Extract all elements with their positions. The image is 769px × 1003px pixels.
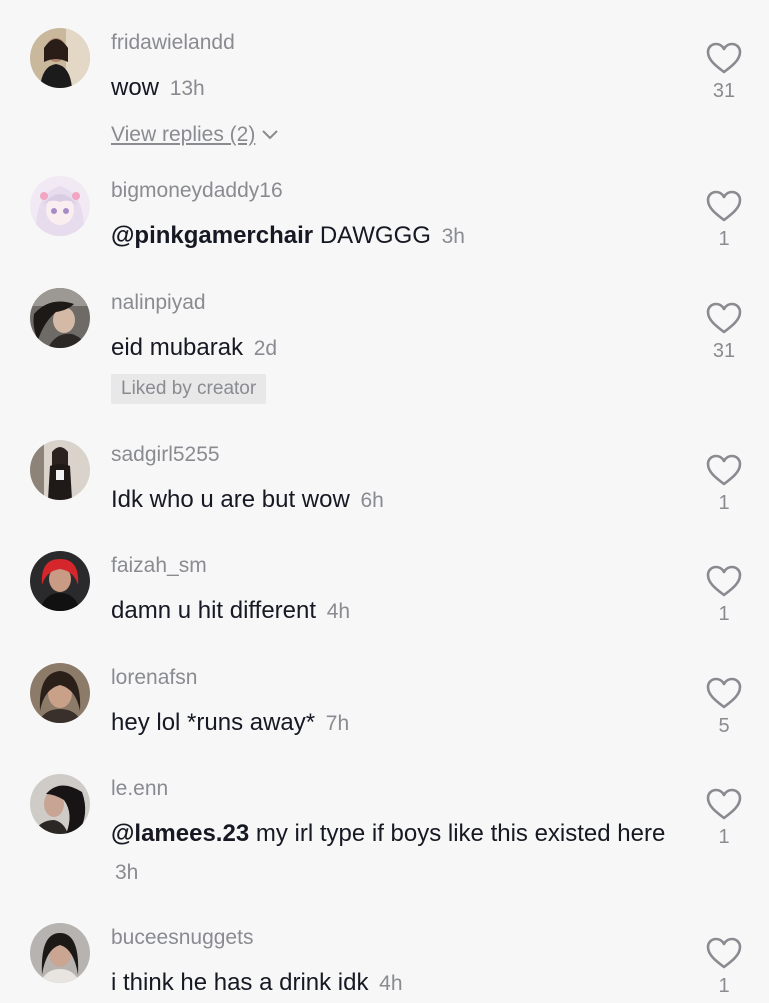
comment-time: 13h: [169, 77, 205, 100]
view-replies-label: View replies (2): [111, 123, 256, 146]
comment-text: Idk who u are but wow 6h: [111, 486, 384, 513]
comment-list: fridawielandd wow 13h 31 View replies (2…: [0, 0, 769, 1000]
comment-text: wow 13h: [111, 74, 205, 101]
like-count: 5: [718, 715, 730, 737]
like-count: 1: [718, 826, 730, 848]
heart-outline-icon[interactable]: [705, 41, 743, 75]
like-count: 1: [718, 492, 730, 514]
comment-username[interactable]: sadgirl5255: [111, 440, 220, 470]
comment-username[interactable]: faizah_sm: [111, 551, 207, 581]
heart-outline-icon[interactable]: [705, 676, 743, 710]
like-count: 31: [712, 340, 736, 362]
comment-text: @pinkgamerchair DAWGGG 3h: [111, 222, 465, 249]
avatar[interactable]: [30, 663, 90, 723]
avatar[interactable]: [30, 551, 90, 611]
comment-time: 3h: [115, 861, 139, 884]
comment-text: damn u hit different 4h: [111, 597, 351, 624]
avatar[interactable]: [30, 288, 90, 348]
avatar[interactable]: [30, 440, 90, 500]
mention-link[interactable]: @pinkgamerchair: [111, 222, 313, 249]
comment-username[interactable]: nalinpiyad: [111, 288, 206, 318]
like-count: 1: [718, 975, 730, 997]
view-replies-button[interactable]: View replies (2): [111, 123, 279, 147]
comment-username[interactable]: le.enn: [111, 774, 168, 804]
mention-link[interactable]: @lamees.23: [111, 820, 249, 847]
comment-time: 6h: [360, 489, 384, 512]
heart-outline-icon[interactable]: [705, 189, 743, 223]
comment-time: 2d: [253, 337, 278, 360]
avatar[interactable]: [30, 774, 90, 834]
heart-outline-icon[interactable]: [705, 936, 743, 970]
comment-text: @lamees.23 my irl type if boys like this…: [111, 820, 666, 884]
comment-text: i think he has a drink idk 4h: [111, 969, 403, 996]
comment-time: 4h: [379, 972, 403, 995]
comment-text: eid mubarak 2d: [111, 334, 278, 361]
heart-outline-icon[interactable]: [705, 564, 743, 598]
comment-username[interactable]: bigmoneydaddy16: [111, 176, 283, 206]
avatar[interactable]: [30, 923, 90, 983]
avatar[interactable]: [30, 28, 90, 88]
comment-username[interactable]: fridawielandd: [111, 28, 235, 58]
like-count: 1: [718, 228, 730, 250]
heart-outline-icon[interactable]: [705, 301, 743, 335]
comment-text: hey lol *runs away* 7h: [111, 709, 350, 736]
comment-time: 3h: [441, 225, 465, 248]
like-count: 31: [712, 80, 736, 102]
avatar[interactable]: [30, 176, 90, 236]
comment-time: 4h: [326, 600, 351, 623]
chevron-down-icon: [261, 129, 279, 141]
comment-time: 7h: [325, 712, 350, 735]
heart-outline-icon[interactable]: [705, 787, 743, 821]
comment-username[interactable]: lorenafsn: [111, 663, 197, 693]
comment-username[interactable]: buceesnuggets: [111, 923, 253, 953]
liked-by-creator-badge: Liked by creator: [111, 374, 267, 404]
like-count: 1: [718, 603, 730, 625]
heart-outline-icon[interactable]: [705, 453, 743, 487]
